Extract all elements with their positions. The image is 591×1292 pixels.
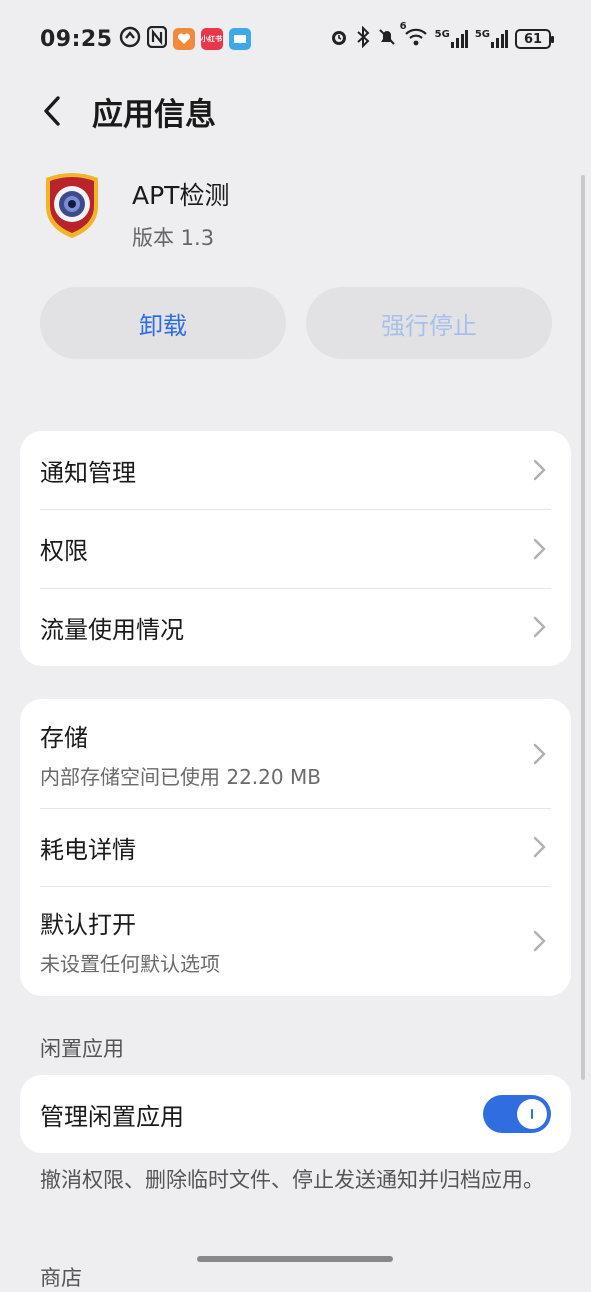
- uninstall-button[interactable]: 卸载: [40, 287, 286, 359]
- row-subtitle: 内部存储空间已使用 22.20 MB: [40, 764, 321, 789]
- manage-idle-apps-toggle[interactable]: [483, 1095, 551, 1133]
- row-text: 流量使用情况: [40, 610, 184, 645]
- bluetooth-icon: [356, 25, 370, 52]
- status-bar: 09:25 小红书 6 5G 5G 61: [0, 0, 591, 78]
- battery-icon: 61: [515, 29, 554, 49]
- home-indicator[interactable]: [197, 1256, 393, 1262]
- cell-signal-2-label: 5G: [474, 29, 490, 40]
- vpn-icon: [119, 26, 141, 52]
- battery-level: 61: [523, 31, 543, 47]
- wifi-badge: 6: [399, 21, 407, 32]
- data-usage-row[interactable]: 流量使用情况: [40, 588, 551, 666]
- row-title: 耗电详情: [40, 835, 136, 864]
- mute-icon: [377, 27, 397, 51]
- permissions-row[interactable]: 权限: [40, 509, 551, 588]
- row-title: 权限: [40, 537, 88, 565]
- app-summary: APT检测 版本 1.3: [40, 170, 229, 252]
- row-text: 权限: [40, 531, 88, 566]
- chevron-right-icon: [531, 742, 547, 766]
- force-stop-button[interactable]: 强行停止: [306, 287, 552, 359]
- wifi-icon: 6: [400, 21, 428, 51]
- status-bar-left: 09:25 小红书: [40, 25, 251, 52]
- action-buttons: 卸载 强行停止: [40, 287, 552, 359]
- app-bar: 应用信息: [0, 80, 591, 142]
- book-app-icon: [228, 28, 251, 50]
- status-time: 09:25: [40, 26, 113, 52]
- cell-signal-1-label: 5G: [434, 29, 450, 40]
- row-title: 管理闲置应用: [40, 1102, 184, 1131]
- row-text: 通知管理: [40, 453, 136, 488]
- page-title: 应用信息: [92, 96, 216, 133]
- manage-idle-apps-row[interactable]: 管理闲置应用: [40, 1075, 551, 1153]
- app-version: 版本 1.3: [132, 226, 215, 250]
- chevron-right-icon: [531, 615, 547, 639]
- settings-card-storage: 存储 内部存储空间已使用 22.20 MB 耗电详情 默认打开 未设置任何默认选…: [20, 699, 571, 996]
- idle-apps-section-label: 闲置应用: [40, 1037, 124, 1061]
- row-title: 通知管理: [40, 458, 136, 487]
- row-subtitle: 未设置任何默认选项: [40, 952, 220, 976]
- app-text: APT检测 版本 1.3: [132, 176, 229, 252]
- row-text: 默认打开 未设置任何默认选项: [40, 905, 220, 977]
- row-text: 存储 内部存储空间已使用 22.20 MB: [40, 718, 321, 790]
- app-shield-logo-icon: [40, 170, 104, 240]
- toggle-knob: [517, 1099, 547, 1129]
- storage-row[interactable]: 存储 内部存储空间已使用 22.20 MB: [40, 699, 551, 808]
- idle-apps-card: 管理闲置应用: [20, 1075, 571, 1153]
- heart-app-icon: [172, 28, 195, 50]
- scrollbar[interactable]: [581, 175, 585, 1080]
- app-name: APT检测: [132, 181, 230, 210]
- alarm-icon: [329, 27, 349, 51]
- cell-signal-2-icon: 5G: [475, 29, 508, 49]
- back-arrow-icon[interactable]: [40, 91, 76, 131]
- row-title: 默认打开: [40, 911, 136, 939]
- row-text: 耗电详情: [40, 830, 136, 865]
- chevron-right-icon: [531, 537, 547, 561]
- chevron-right-icon: [531, 835, 547, 859]
- cell-signal-1-icon: 5G: [435, 29, 468, 49]
- status-bar-right: 6 5G 5G 61: [329, 21, 554, 52]
- chevron-right-icon: [531, 458, 547, 482]
- store-section-label: 商店: [40, 1266, 82, 1290]
- idle-apps-description: 撤消权限、删除临时文件、停止发送通知并归档应用。: [40, 1168, 544, 1192]
- open-by-default-row[interactable]: 默认打开 未设置任何默认选项: [40, 886, 551, 996]
- row-title: 流量使用情况: [40, 615, 184, 644]
- settings-card-general: 通知管理 权限 流量使用情况: [20, 431, 571, 666]
- row-title: 存储: [40, 723, 88, 752]
- nfc-icon: [146, 25, 167, 52]
- chevron-right-icon: [531, 929, 547, 953]
- xiaohongshu-app-icon: 小红书: [200, 28, 223, 50]
- battery-usage-row[interactable]: 耗电详情: [40, 808, 551, 886]
- notification-management-row[interactable]: 通知管理: [40, 431, 551, 509]
